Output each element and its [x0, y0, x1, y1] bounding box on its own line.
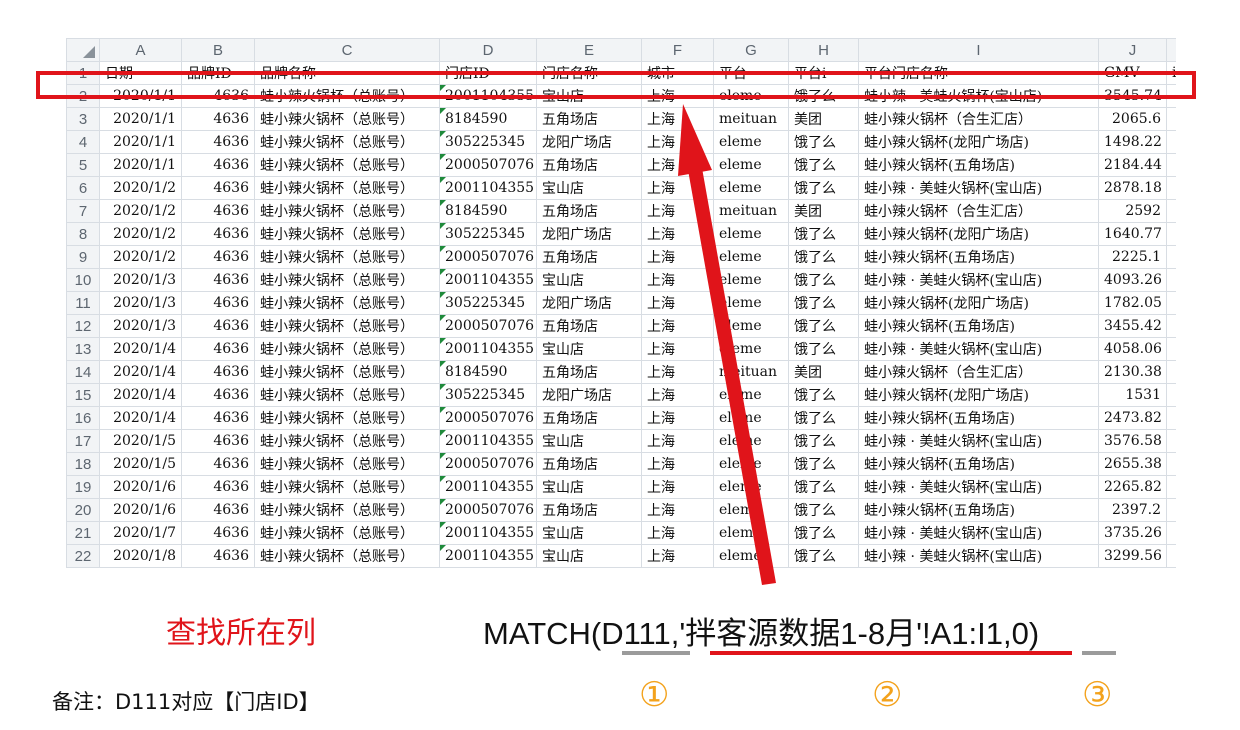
header-row-highlight [36, 71, 1196, 99]
caption-find-column: 查找所在列 [166, 616, 316, 651]
arrow-head [678, 104, 712, 176]
match-formula: MATCH(D111,'拌客源数据1-8月'!A1:I1,0) [483, 616, 1040, 651]
marker-1: ① [639, 675, 670, 715]
arrow-shaft [688, 168, 776, 585]
marker-3: ③ [1082, 675, 1113, 715]
marker-2: ② [872, 675, 903, 715]
footnote: 备注：D111对应【门店ID】 [52, 690, 320, 714]
underline-arg-2 [710, 651, 1072, 655]
underline-arg-1 [622, 651, 690, 655]
underline-arg-3 [1082, 651, 1116, 655]
